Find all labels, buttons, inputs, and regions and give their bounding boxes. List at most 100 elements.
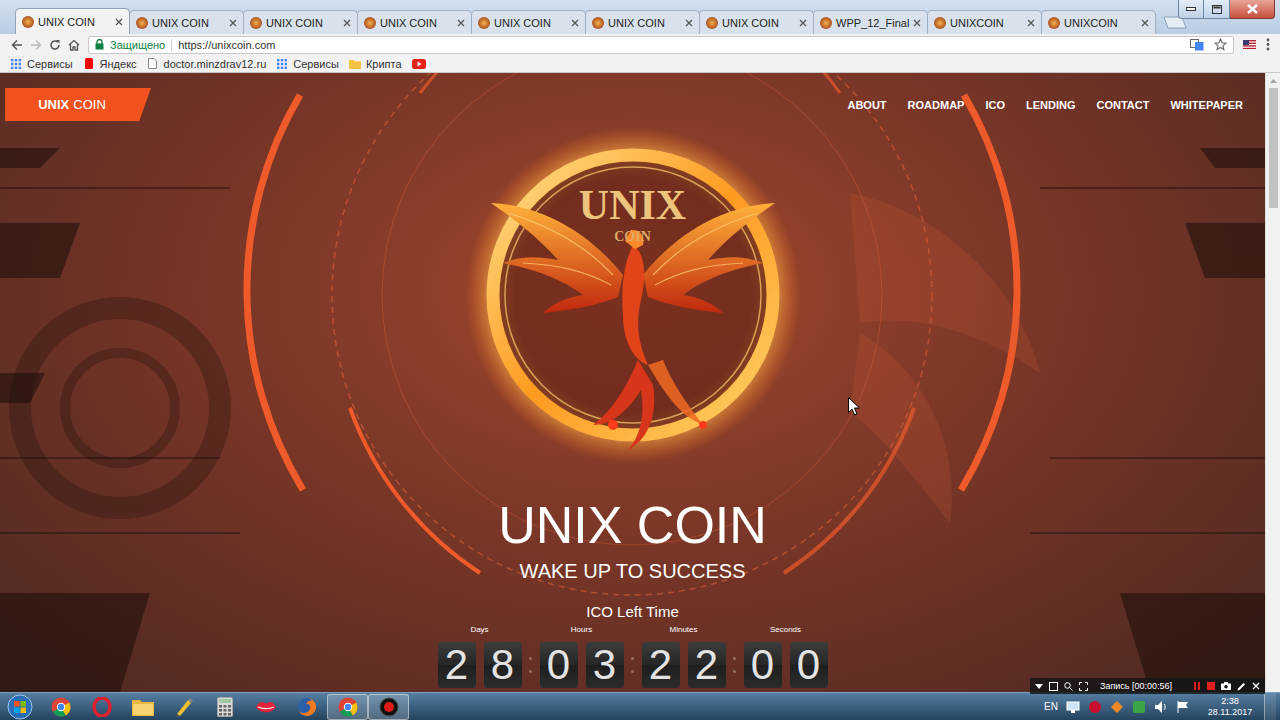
opera-icon (91, 696, 113, 718)
bookmark-item[interactable]: Крипта (349, 57, 402, 71)
window-icon[interactable] (1049, 682, 1058, 691)
favicon-icon (706, 17, 718, 29)
taskbar-button[interactable] (368, 694, 409, 720)
browser-tab[interactable]: UNIX COIN (357, 10, 472, 34)
browser-tab[interactable]: UNIX COIN (699, 10, 814, 34)
taskbar-button[interactable] (40, 694, 81, 720)
address-bar[interactable]: Защищеноhttps://unixcoin.com (88, 36, 1234, 54)
browser-tab[interactable]: UNIX COIN (15, 8, 130, 34)
zoom-icon[interactable] (1064, 682, 1073, 691)
menu-icon[interactable] (1260, 36, 1276, 54)
antivirus-icon[interactable] (1088, 700, 1102, 714)
close-tab-icon[interactable] (1141, 19, 1149, 27)
close-tab-icon[interactable] (913, 19, 921, 27)
taskbar-button[interactable] (245, 694, 286, 720)
close-tab-icon[interactable] (457, 19, 465, 27)
site-logo[interactable]: UNIXCOIN (5, 88, 151, 121)
close-window-icon[interactable] (1230, 0, 1275, 19)
logo-light-text: COIN (73, 95, 106, 115)
nav-link[interactable]: WHITEPAPER (1170, 98, 1243, 112)
minimize-icon[interactable] (1178, 0, 1204, 19)
digit: 0 (797, 642, 820, 688)
nav-link[interactable]: LENDING (1026, 98, 1076, 112)
translate-icon[interactable] (1190, 39, 1204, 51)
forward-icon[interactable] (27, 36, 45, 54)
close-tab-icon[interactable] (685, 19, 693, 27)
bookmarks-bar: Сервисы Яндекс doctor.minzdrav12.ru Сервисы… (0, 55, 1280, 73)
recorder-panel: Запись [00:00:56] (1030, 678, 1265, 694)
reload-icon[interactable] (46, 36, 64, 54)
back-icon[interactable] (8, 36, 26, 54)
taskbar-button[interactable] (81, 694, 122, 720)
favicon-icon (934, 17, 946, 29)
close-tab-icon[interactable] (571, 19, 579, 27)
bookmark-star-icon[interactable] (1214, 38, 1227, 51)
bookmark-label: Крипта (366, 57, 402, 71)
close-recorder-icon[interactable] (1252, 682, 1260, 690)
flag-tray-icon[interactable] (1176, 700, 1190, 714)
web-page: UNIXCOIN ABOUT ROADMAP ICO LENDING CONTACT WHI… (0, 73, 1265, 692)
volume-icon[interactable] (1154, 700, 1168, 714)
bookmark-item[interactable]: Сервисы (10, 57, 73, 71)
flip-digit: 2 (688, 642, 726, 688)
close-tab-icon[interactable] (1027, 19, 1035, 27)
bookmark-label: doctor.minzdrav12.ru (164, 57, 267, 71)
stop-icon[interactable] (1207, 682, 1215, 690)
favicon-icon (820, 17, 832, 29)
browser-tab[interactable]: UNIX COIN (471, 10, 586, 34)
camera-icon[interactable] (1221, 682, 1231, 690)
bookmark-item[interactable]: doctor.minzdrav12.ru (147, 57, 267, 71)
nav-link[interactable]: ROADMAP (908, 98, 965, 112)
nav-link[interactable]: ICO (985, 98, 1005, 112)
maximize-icon[interactable] (1204, 0, 1230, 19)
browser-tab[interactable]: WPP_12_Final (813, 10, 928, 34)
language-indicator[interactable]: EN (1044, 701, 1058, 713)
tab-label: UNIXCOIN (950, 16, 1023, 30)
home-icon[interactable] (65, 36, 83, 54)
fullscreen-icon[interactable] (1079, 682, 1088, 691)
browser-tab[interactable]: UNIX COIN (585, 10, 700, 34)
tab-label: WPP_12_Final (836, 16, 909, 30)
collapse-icon[interactable] (1035, 682, 1043, 690)
nav-link[interactable]: ABOUT (847, 98, 886, 112)
flip-digit: 0 (540, 642, 578, 688)
browser-tab[interactable]: UNIXCOIN (1041, 10, 1156, 34)
taskbar-button[interactable] (122, 694, 163, 720)
close-tab-icon[interactable] (229, 19, 237, 27)
taskbar-button[interactable] (163, 694, 204, 720)
close-tab-icon[interactable] (799, 19, 807, 27)
browser-tab[interactable]: UNIX COIN (243, 10, 358, 34)
tool-icon (173, 696, 195, 718)
flag-icon[interactable] (1239, 36, 1259, 54)
countdown-unit: Seconds00 (744, 624, 828, 688)
url-text[interactable]: https://unixcoin.com (178, 38, 275, 52)
pencil-icon[interactable] (1237, 682, 1246, 691)
countdown-unit: Minutes22 (642, 624, 726, 688)
scroll-thumb[interactable] (1269, 88, 1278, 208)
taskbar-button[interactable] (204, 694, 245, 720)
bookmark-item[interactable]: Яндекс (83, 57, 137, 71)
clock-date: 28.11.2017 (1208, 707, 1252, 718)
folder-bookmark-icon (349, 58, 361, 69)
network-icon[interactable] (1066, 700, 1080, 714)
countdown-unit: Hours03 (540, 624, 624, 688)
scrollbar[interactable] (1265, 73, 1280, 692)
show-desktop-button[interactable] (1264, 693, 1276, 720)
browser-tab[interactable]: UNIXCOIN (927, 10, 1042, 34)
close-tab-icon[interactable] (115, 18, 123, 26)
close-tab-icon[interactable] (343, 19, 351, 27)
phoenix-icon (463, 125, 803, 465)
clock[interactable]: 2:3828.11.2017 (1204, 696, 1256, 718)
pause-icon[interactable] (1193, 682, 1201, 690)
app-tray-icon[interactable] (1110, 700, 1124, 714)
start-button-icon[interactable] (0, 693, 40, 720)
scroll-up-icon[interactable] (1266, 73, 1280, 88)
nav-link[interactable]: CONTACT (1097, 98, 1150, 112)
update-icon[interactable] (1132, 700, 1146, 714)
browser-tab[interactable]: UNIX COIN (129, 10, 244, 34)
apps-bookmark-icon (10, 58, 22, 69)
taskbar-button[interactable] (327, 694, 368, 720)
youtube-bookmark-icon[interactable] (412, 59, 426, 69)
bookmark-item[interactable]: Сервисы (276, 57, 339, 71)
taskbar-button[interactable] (286, 694, 327, 720)
